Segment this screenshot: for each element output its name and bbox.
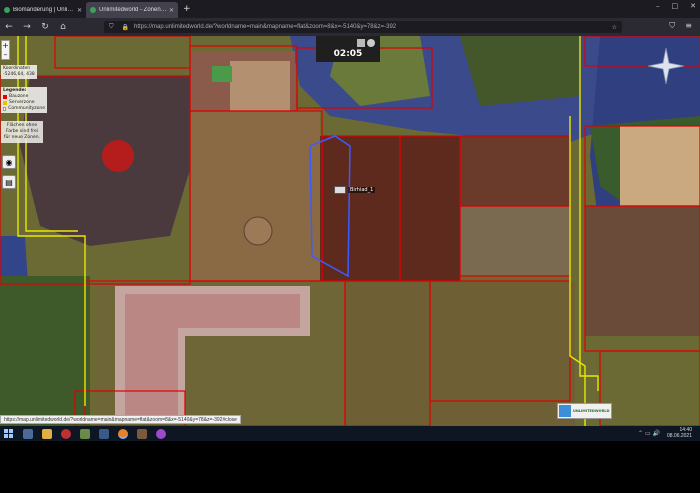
logo-text: UNLIMITEDWORLD: [573, 409, 610, 413]
clock-time: 02:05: [333, 49, 363, 59]
zoom-controls: + –: [1, 40, 10, 60]
taskbar-clock[interactable]: 14:40 08.06.2021: [667, 427, 692, 439]
back-icon[interactable]: ←: [4, 22, 14, 32]
building: [230, 61, 290, 111]
zoom-out-button[interactable]: –: [2, 50, 9, 59]
dirt-area: [190, 111, 320, 281]
player-head-icon: [334, 186, 346, 194]
reload-icon[interactable]: ↻: [40, 22, 50, 32]
clock-icons: [357, 39, 375, 47]
forward-icon[interactable]: →: [22, 22, 32, 32]
tab-label: Biomänderung | UnlimitedworldX: [13, 7, 75, 13]
sand-area: [620, 126, 700, 206]
search-icon[interactable]: [23, 428, 33, 439]
url-text: https://map.unlimitedworld.de/?worldname…: [134, 24, 397, 30]
tab-favicon-icon: [4, 7, 10, 13]
tab-label: Unlimitedworld - Zonenkarte: [99, 7, 167, 13]
legend: Legende: Bauzone Serverzone Communityzon…: [1, 87, 47, 113]
menu-icon[interactable]: ≡: [685, 21, 692, 31]
legend-item-communityzone: Communityzone: [3, 106, 45, 112]
tab-close-icon[interactable]: ✕: [169, 7, 174, 14]
screen: Biomänderung | UnlimitedworldX ✕ Unlimit…: [0, 0, 700, 493]
coordinates-box: Koordinaten -5246,64, 438: [1, 65, 37, 79]
layer-list-button[interactable]: ▤: [2, 175, 16, 189]
lock-icon[interactable]: 🔒: [122, 24, 129, 31]
bookmark-star-icon[interactable]: ☆: [612, 24, 617, 31]
forest-area: [0, 276, 90, 426]
home-icon[interactable]: ⌂: [58, 22, 68, 32]
minecraft-icon[interactable]: [80, 428, 90, 439]
forest-area: [460, 36, 580, 106]
system-tray-icons[interactable]: ⌃ ▭ 🔊: [638, 430, 660, 437]
legend-swatch: [3, 95, 7, 99]
build-area-dark: [320, 136, 460, 281]
status-url-tooltip: https://map.unlimitedworld.de/?worldname…: [0, 415, 241, 424]
compass-icon: [647, 47, 685, 85]
coords-value: -5246,64, 438: [3, 72, 35, 77]
windows-start-icon[interactable]: [4, 428, 14, 439]
shield-icon[interactable]: ⛉: [109, 24, 114, 31]
new-tab-icon[interactable]: +: [183, 4, 191, 14]
legend-swatch: [3, 101, 7, 105]
build-area: [460, 136, 570, 206]
zoom-in-button[interactable]: +: [2, 41, 9, 50]
tab-biomaenderung[interactable]: Biomänderung | UnlimitedworldX ✕: [0, 2, 86, 18]
screen-bottom-area: [0, 441, 700, 493]
zone-map[interactable]: + – Koordinaten -5246,64, 438 Legende: B…: [0, 36, 700, 426]
building-green: [212, 66, 232, 82]
player-marker[interactable]: Birhiad_1: [334, 186, 376, 194]
sun-icon: [357, 39, 365, 47]
close-window-button[interactable]: ✕: [690, 2, 696, 10]
minecraft-launcher-icon[interactable]: [137, 428, 147, 439]
tab-zonenkarte[interactable]: Unlimitedworld - Zonenkarte ✕: [86, 2, 178, 18]
plaza: [243, 216, 273, 246]
build-area: [585, 206, 700, 336]
build-area: [460, 206, 570, 276]
tab-favicon-icon: [90, 7, 96, 13]
window-controls: – □ ✕: [656, 2, 696, 10]
logo-cube-icon: [559, 405, 571, 417]
windows-taskbar: [0, 426, 700, 441]
legend-label: Communityzone: [8, 106, 45, 111]
app-icon[interactable]: [156, 428, 166, 439]
grass-area: [345, 281, 575, 426]
opera-icon[interactable]: [61, 428, 71, 439]
moon-icon: [367, 39, 375, 47]
maximize-button[interactable]: □: [672, 2, 679, 10]
file-explorer-icon[interactable]: [42, 428, 52, 439]
pocket-icon[interactable]: ⛉: [669, 21, 675, 31]
firefox-icon[interactable]: [118, 428, 128, 439]
tab-close-icon[interactable]: ✕: [77, 7, 82, 14]
taskbar-date: 08.06.2021: [666, 433, 692, 439]
map-canvas: [0, 36, 700, 426]
steam-icon[interactable]: [99, 428, 109, 439]
unlimitedworld-logo: UNLIMITEDWORLD: [557, 403, 612, 419]
browser-tab-bar: Biomänderung | UnlimitedworldX ✕ Unlimit…: [0, 0, 700, 18]
browser-nav-bar: ← → ↻ ⌂ ⛉ 🔒 https://map.unlimitedworld.d…: [0, 18, 700, 36]
nav-right-icons: ⛉ ≡: [669, 21, 692, 31]
player-name: Birhiad_1: [348, 187, 376, 193]
free-area-hint: Flächen ohne Farbe sind frei für neue Zo…: [1, 121, 43, 143]
legend-swatch: [3, 107, 7, 111]
red-plaza: [102, 140, 134, 172]
url-bar[interactable]: ⛉ 🔒 https://map.unlimitedworld.de/?world…: [104, 21, 622, 33]
minimize-button[interactable]: –: [656, 2, 660, 10]
layer-toggle-button[interactable]: ◉: [2, 155, 16, 169]
